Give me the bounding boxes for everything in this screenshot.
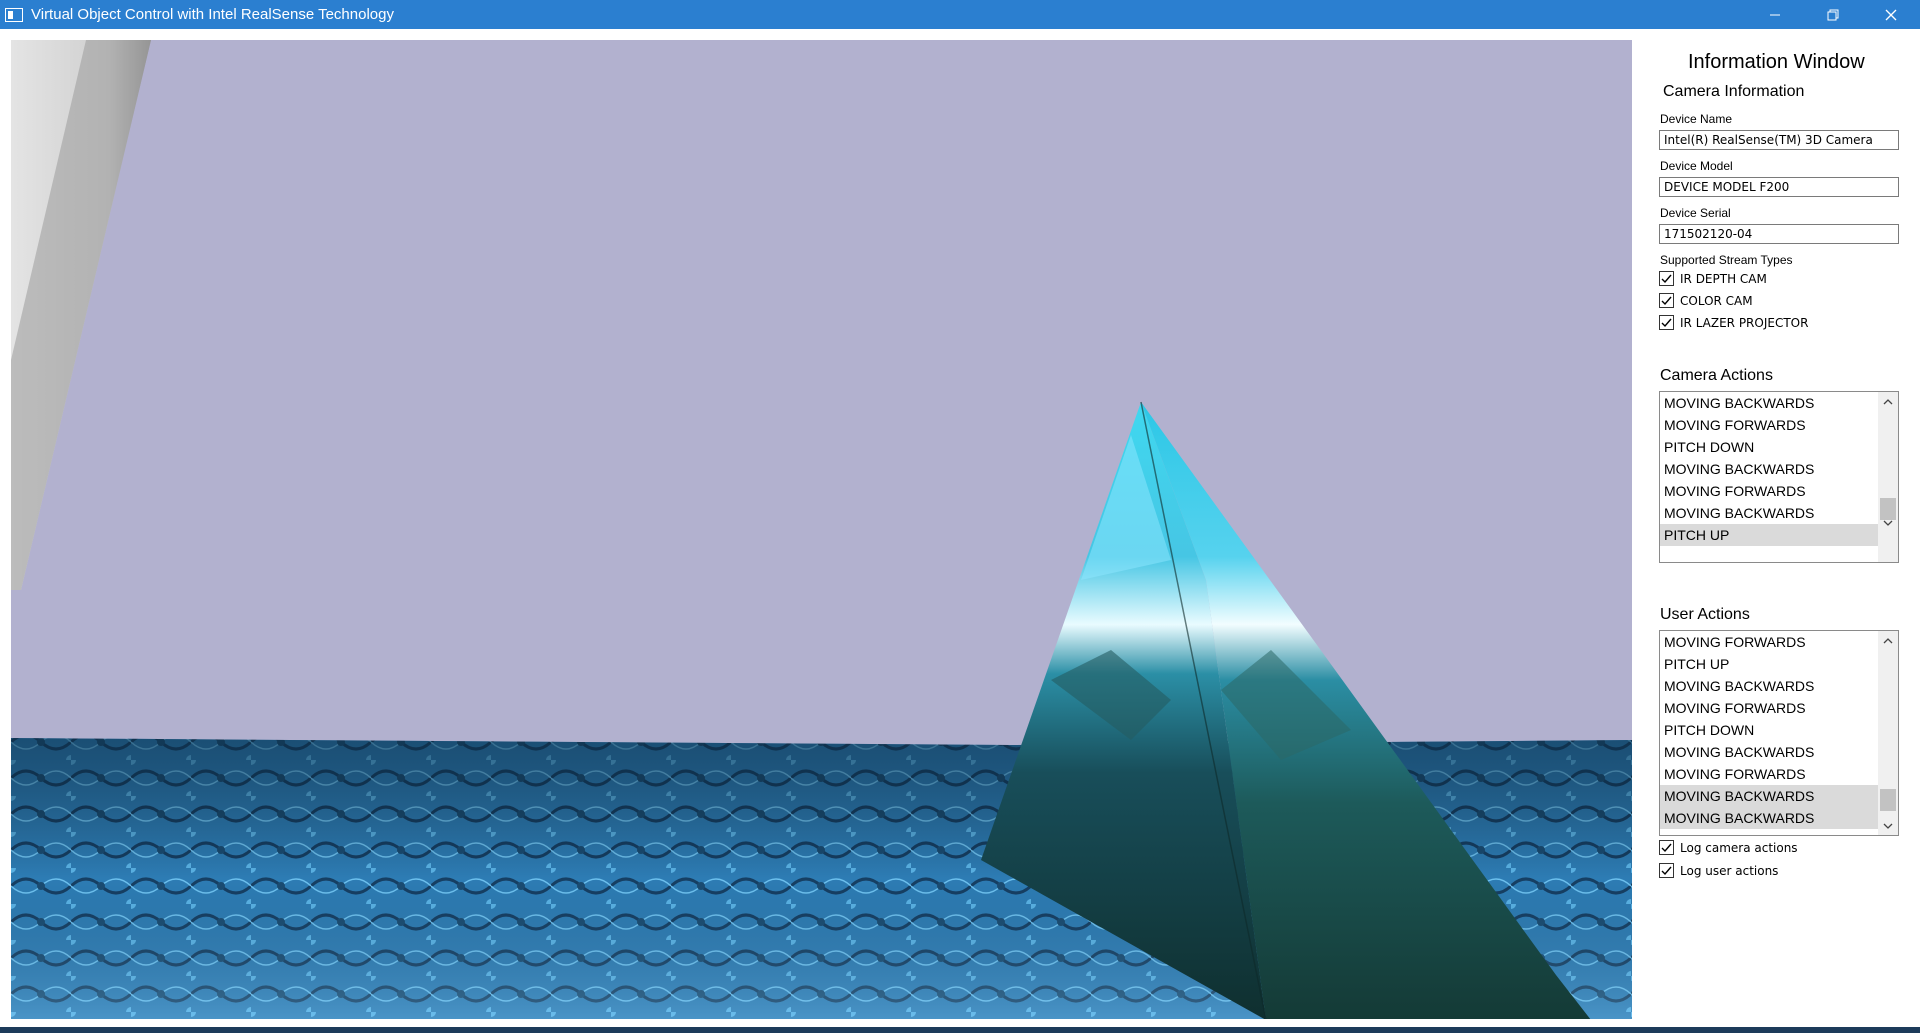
main-area [0, 29, 1920, 1027]
list-item-selected[interactable]: MOVING BACKWARDS [1660, 785, 1878, 807]
camera-actions-heading: Camera Actions [1660, 367, 1773, 384]
list-item[interactable]: MOVING BACKWARDS [1660, 675, 1878, 697]
list-item[interactable]: MOVING BACKWARDS [1660, 502, 1878, 524]
checkmark-icon [1661, 274, 1672, 284]
stream-ir-projector-checkbox[interactable]: IR LAZER PROJECTOR [1659, 315, 1808, 330]
chevron-down-icon [1883, 520, 1893, 526]
chevron-up-icon [1883, 637, 1893, 643]
app-icon [5, 7, 23, 22]
checkbox-label: Log user actions [1680, 863, 1779, 878]
checkmark-icon [1661, 866, 1672, 876]
stream-types-label: Supported Stream Types [1660, 253, 1793, 267]
chevron-down-icon [1883, 823, 1893, 829]
list-item[interactable]: MOVING BACKWARDS [1660, 392, 1878, 414]
list-item-selected[interactable]: MOVING BACKWARDS [1660, 807, 1878, 829]
list-item[interactable]: PITCH DOWN [1660, 719, 1878, 741]
device-serial-label: Device Serial [1660, 206, 1731, 220]
information-panel: Information Window Camera Information De… [1640, 29, 1920, 1027]
list-item-selected[interactable]: PITCH UP [1660, 524, 1878, 546]
vertical-scrollbar[interactable] [1878, 631, 1898, 835]
device-model-field[interactable]: DEVICE MODEL F200 [1659, 177, 1899, 197]
device-name-label: Device Name [1660, 112, 1733, 126]
checkbox[interactable] [1659, 293, 1674, 308]
list-item[interactable]: MOVING BACKWARDS [1660, 458, 1878, 480]
list-item[interactable]: PITCH DOWN [1660, 436, 1878, 458]
list-item[interactable]: MOVING FORWARDS [1660, 414, 1878, 436]
list-item[interactable]: MOVING BACKWARDS [1660, 741, 1878, 763]
scroll-up-button[interactable] [1878, 392, 1898, 410]
close-button[interactable] [1862, 0, 1920, 29]
scroll-down-button[interactable] [1878, 514, 1898, 532]
list-item[interactable]: MOVING FORWARDS [1660, 631, 1878, 653]
log-user-actions-checkbox[interactable]: Log user actions [1659, 863, 1778, 878]
scroll-down-button[interactable] [1878, 817, 1898, 835]
vertical-scrollbar[interactable] [1878, 392, 1898, 562]
list-item[interactable]: MOVING FORWARDS [1660, 697, 1878, 719]
checkbox-label: IR LAZER PROJECTOR [1680, 315, 1809, 330]
log-camera-actions-checkbox[interactable]: Log camera actions [1659, 840, 1798, 855]
title-bar: Virtual Object Control with Intel RealSe… [0, 0, 1920, 29]
checkbox[interactable] [1659, 840, 1674, 855]
checkbox-label: IR DEPTH CAM [1680, 271, 1767, 286]
device-model-label: Device Model [1660, 159, 1733, 173]
restore-icon [1827, 9, 1839, 20]
checkbox-label: COLOR CAM [1680, 293, 1753, 308]
stream-color-cam-checkbox[interactable]: COLOR CAM [1659, 293, 1753, 308]
window-title: Virtual Object Control with Intel RealSe… [31, 6, 394, 23]
user-actions-heading: User Actions [1660, 606, 1750, 623]
minimize-icon [1770, 14, 1780, 15]
restore-button[interactable] [1804, 0, 1862, 29]
checkbox[interactable] [1659, 863, 1674, 878]
device-name-field[interactable]: Intel(R) RealSense(TM) 3D Camera [1659, 130, 1899, 150]
list-item[interactable]: PITCH UP [1660, 653, 1878, 675]
close-icon [1885, 9, 1897, 20]
scroll-thumb[interactable] [1880, 789, 1896, 811]
checkbox[interactable] [1659, 271, 1674, 286]
stream-ir-depth-checkbox[interactable]: IR DEPTH CAM [1659, 271, 1767, 286]
minimize-button[interactable] [1746, 0, 1804, 29]
3d-viewport[interactable] [11, 40, 1632, 1019]
checkmark-icon [1661, 318, 1672, 328]
user-actions-list[interactable]: MOVING FORWARDS PITCH UP MOVING BACKWARD… [1659, 630, 1899, 836]
device-serial-field[interactable]: 171502120-04 [1659, 224, 1899, 244]
list-item[interactable]: MOVING FORWARDS [1660, 763, 1878, 785]
scroll-up-button[interactable] [1878, 631, 1898, 649]
taskbar-edge [0, 1027, 1920, 1033]
camera-actions-list[interactable]: MOVING BACKWARDS MOVING FORWARDS PITCH D… [1659, 391, 1899, 563]
camera-info-heading: Camera Information [1663, 83, 1805, 100]
chevron-up-icon [1883, 398, 1893, 404]
checkmark-icon [1661, 296, 1672, 306]
scene-canvas [11, 40, 1632, 1019]
checkmark-icon [1661, 843, 1672, 853]
list-item[interactable]: MOVING FORWARDS [1660, 480, 1878, 502]
panel-title: Information Window [1688, 51, 1865, 73]
checkbox-label: Log camera actions [1680, 840, 1798, 855]
checkbox[interactable] [1659, 315, 1674, 330]
